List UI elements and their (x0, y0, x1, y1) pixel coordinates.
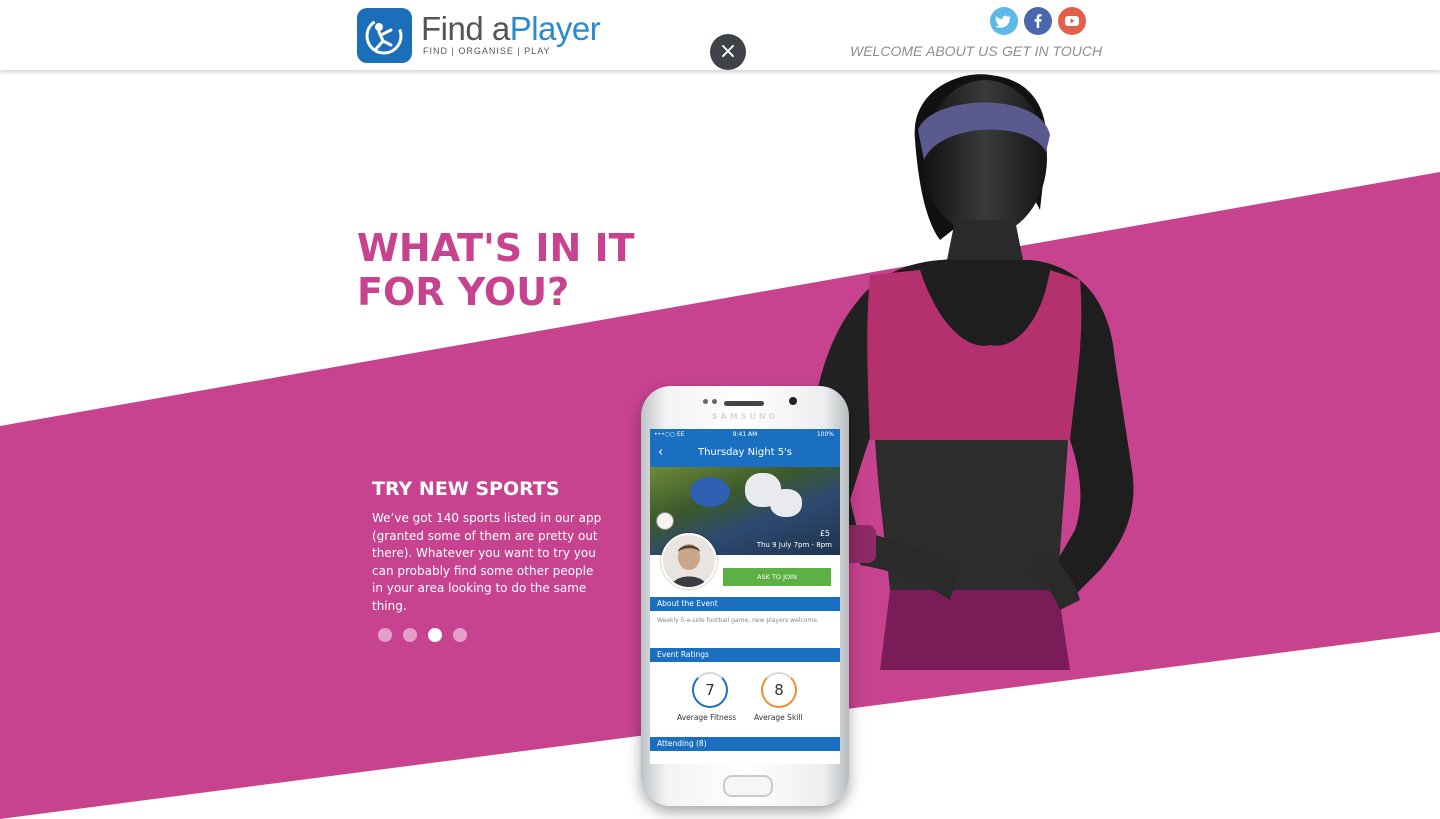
football-icon (656, 512, 674, 530)
person-avatar-icon (663, 535, 715, 587)
nav-get-in-touch[interactable]: GET IN TOUCH (1002, 43, 1102, 59)
youtube-button[interactable] (1058, 7, 1086, 35)
twitter-icon (995, 15, 1012, 28)
slide-body: We’ve got 140 sports listed in our app (… (372, 511, 602, 613)
screen-title: Thursday Night 5's (697, 447, 793, 458)
phone-speaker (724, 401, 764, 406)
ask-to-join-button[interactable]: ASK TO JOIN (723, 568, 831, 586)
logo-mark[interactable] (357, 8, 412, 63)
nav-welcome[interactable]: WELCOME (850, 43, 922, 59)
player-figure (690, 477, 730, 507)
phone-brand: SAMSUNG (711, 412, 779, 421)
facebook-icon (1034, 14, 1042, 28)
phone-screen: •••○○ EE 9:41 AM 100% ‹ Thursday Night 5… (650, 429, 840, 764)
close-button[interactable]: × (710, 34, 746, 70)
app-bar: ‹ Thursday Night 5's (650, 441, 840, 467)
attending-section-header: Attending (8) (650, 737, 840, 751)
slide-title: TRY NEW SPORTS (372, 478, 560, 500)
headline-line-2: FOR YOU? (357, 270, 570, 314)
carousel-dot-2[interactable] (403, 628, 417, 642)
youtube-icon (1065, 16, 1079, 26)
about-section-header: About the Event (650, 597, 840, 611)
status-battery: 100% (816, 431, 834, 438)
status-time: 9:41 AM (732, 431, 758, 438)
event-date: Thu 9 July 7pm - 8pm (756, 541, 832, 549)
phone-sensor (712, 399, 717, 404)
facebook-button[interactable] (1024, 7, 1052, 35)
player-logo-icon (365, 17, 403, 55)
page-headline: WHAT'S IN IT FOR YOU? (357, 226, 635, 314)
carousel-dot-3-active[interactable] (428, 628, 442, 642)
nav-about-us[interactable]: ABOUT US (926, 43, 998, 59)
fitness-label: Average Fitness (677, 713, 737, 722)
organiser-avatar[interactable] (661, 533, 717, 589)
player-figure (770, 489, 802, 517)
status-bar: •••○○ EE 9:41 AM 100% (650, 429, 840, 441)
phone-sensor (703, 399, 708, 404)
fitness-gauge: 7 (692, 672, 728, 708)
logo-player: Player (509, 10, 601, 47)
twitter-button[interactable] (990, 7, 1018, 35)
phone-camera (789, 397, 797, 405)
about-section-body: Weekly 5-a-side football game, new playe… (657, 617, 819, 624)
ratings-section-header: Event Ratings (650, 648, 840, 662)
logo-find: Find a (421, 10, 510, 47)
carousel-dot-4[interactable] (453, 628, 467, 642)
event-price: £5 (819, 529, 830, 538)
phone-home-button (723, 775, 773, 797)
logo-wordmark[interactable]: Find aPlayer (421, 10, 601, 48)
skill-label: Average Skill (754, 713, 803, 722)
carousel-dot-1[interactable] (378, 628, 392, 642)
phone-mockup: SAMSUNG •••○○ EE 9:41 AM 100% ‹ Thursday… (641, 386, 849, 806)
skill-gauge: 8 (761, 672, 797, 708)
logo-tagline: FIND | ORGANISE | PLAY (423, 46, 551, 56)
headline-line-1: WHAT'S IN IT (357, 226, 635, 270)
